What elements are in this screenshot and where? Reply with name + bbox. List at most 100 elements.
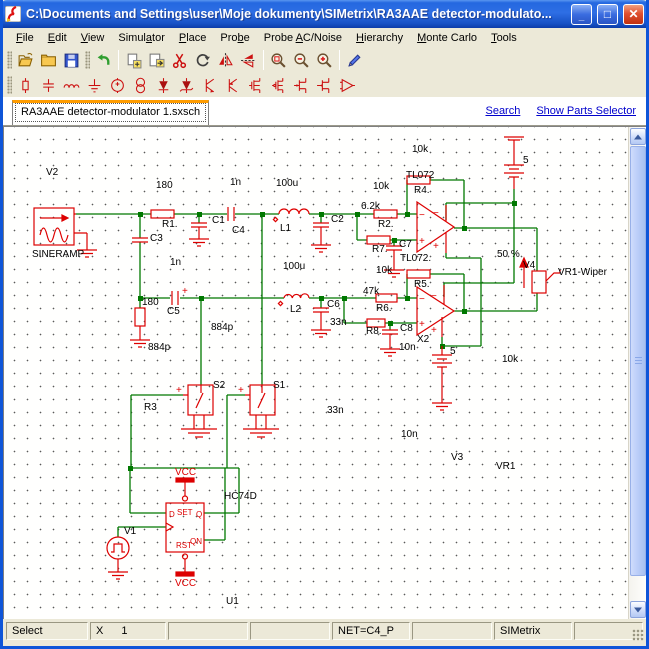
- resistor-button[interactable]: [14, 74, 37, 96]
- menu-probe[interactable]: Probe: [213, 30, 256, 46]
- schematic-label[interactable]: C1: [212, 215, 225, 226]
- undo-button[interactable]: [92, 49, 115, 71]
- schematic-label[interactable]: 50 %: [497, 249, 520, 260]
- schematic-label[interactable]: TL072: [406, 170, 435, 181]
- schematic-label[interactable]: C3: [150, 233, 163, 244]
- schematic-label[interactable]: V2: [46, 167, 59, 178]
- schematic-label[interactable]: S2: [213, 380, 226, 391]
- schematic-label[interactable]: R4.: [414, 185, 430, 196]
- rotate-button[interactable]: [191, 49, 214, 71]
- schematic-label[interactable]: −: [431, 291, 437, 302]
- schematic-label[interactable]: SINERAMP: [32, 249, 85, 260]
- schematic-label[interactable]: 10k: [373, 181, 390, 192]
- schematic-label[interactable]: −: [419, 210, 425, 221]
- schematic-label[interactable]: R1.: [162, 219, 178, 230]
- diode-button[interactable]: [152, 74, 175, 96]
- schematic-label[interactable]: 33n: [327, 405, 344, 416]
- paste-button[interactable]: [145, 49, 168, 71]
- ground-button[interactable]: [83, 74, 106, 96]
- schematic-label[interactable]: +: [238, 385, 244, 396]
- mirror-vertical-button[interactable]: [214, 49, 237, 71]
- schematic-label[interactable]: C4: [232, 225, 245, 236]
- pmos-button[interactable]: [267, 74, 290, 96]
- schematic-label[interactable]: +: [182, 286, 188, 297]
- voltage-source-button[interactable]: [106, 74, 129, 96]
- schematic-label[interactable]: 180: [156, 180, 173, 191]
- tab-schematic[interactable]: RA3AAE detector-modulator 1.sxsch: [12, 100, 209, 125]
- schematic-label[interactable]: SET: [177, 508, 193, 517]
- schematic-label[interactable]: +: [176, 385, 182, 396]
- capacitor-button[interactable]: [37, 74, 60, 96]
- schematic-label[interactable]: VCC: [175, 467, 196, 478]
- schematic-label[interactable]: 100u: [283, 261, 305, 272]
- save-button[interactable]: [60, 49, 83, 71]
- mirror-horizontal-button[interactable]: [237, 49, 260, 71]
- folder-open-button[interactable]: [14, 49, 37, 71]
- minimize-button[interactable]: _: [571, 4, 592, 25]
- schematic-label[interactable]: 100u: [276, 178, 298, 189]
- schematic-label[interactable]: 180: [142, 297, 159, 308]
- schematic-label[interactable]: 47k: [363, 286, 380, 297]
- schematic-label[interactable]: 884p: [211, 322, 234, 333]
- resize-grip[interactable]: [632, 629, 644, 641]
- schematic-label[interactable]: L1: [280, 223, 292, 234]
- schematic-label[interactable]: V4: [523, 260, 536, 271]
- vertical-scrollbar[interactable]: [628, 127, 646, 619]
- schematic-label[interactable]: R3: [144, 402, 157, 413]
- schematic-label[interactable]: 10n: [401, 429, 418, 440]
- menu-edit[interactable]: Edit: [41, 30, 74, 46]
- schematic-label[interactable]: R5.: [414, 279, 430, 290]
- wires[interactable]: [76, 180, 537, 540]
- pjfet-button[interactable]: [313, 74, 336, 96]
- schematic-label[interactable]: C2: [331, 214, 344, 225]
- schematic-label[interactable]: S1: [273, 380, 286, 391]
- current-source-button[interactable]: [129, 74, 152, 96]
- scroll-up-button[interactable]: [630, 128, 646, 145]
- schematic-label[interactable]: 5: [450, 346, 456, 357]
- schematic-label[interactable]: 1n: [170, 257, 181, 268]
- schematic-label[interactable]: 1n: [230, 177, 241, 188]
- opamp-button[interactable]: [336, 74, 359, 96]
- npn-transistor-button[interactable]: [198, 74, 221, 96]
- schematic-label[interactable]: RST: [176, 541, 192, 550]
- menu-file[interactable]: File: [9, 30, 41, 46]
- toolbar-grip[interactable]: [7, 51, 12, 69]
- schematic-label[interactable]: D: [169, 510, 175, 519]
- show-parts-selector-link[interactable]: Show Parts Selector: [536, 105, 636, 117]
- schematic-label[interactable]: +: [431, 325, 437, 336]
- zoom-out-button[interactable]: [290, 49, 313, 71]
- schematic-grid[interactable]: V2180R1.C1C31nC4100uL1C26.2kR2.R7.C710kT…: [4, 127, 628, 619]
- schematic-label[interactable]: +: [419, 236, 425, 247]
- menu-probe-ac-noise[interactable]: Probe AC/Noise: [257, 30, 349, 46]
- title-bar[interactable]: C:\Documents and Settings\user\Moje doku…: [0, 0, 649, 28]
- schematic-label[interactable]: 10k: [376, 265, 393, 276]
- maximize-button[interactable]: □: [597, 4, 618, 25]
- schematic-label[interactable]: −: [433, 208, 439, 219]
- schematic-label[interactable]: C5: [167, 306, 180, 317]
- schematic-label[interactable]: 10k: [412, 144, 429, 155]
- schematic-label[interactable]: 5: [523, 155, 529, 166]
- menu-hierarchy[interactable]: Hierarchy: [349, 30, 410, 46]
- pencil-button[interactable]: [343, 49, 366, 71]
- schematic-label[interactable]: 10k: [502, 354, 519, 365]
- toolbar-grip[interactable]: [7, 76, 12, 94]
- schematic-label[interactable]: 10n: [399, 342, 416, 353]
- schematic-label[interactable]: C8: [400, 323, 413, 334]
- menu-tools[interactable]: Tools: [484, 30, 524, 46]
- menu-view[interactable]: View: [74, 30, 112, 46]
- copy-button[interactable]: [122, 49, 145, 71]
- scrollbar-thumb[interactable]: [630, 146, 646, 576]
- search-link[interactable]: Search: [485, 105, 520, 117]
- schematic-label[interactable]: VR1-Wiper: [558, 267, 608, 278]
- schematic-label[interactable]: R8.: [366, 326, 382, 337]
- zener-diode-button[interactable]: [175, 74, 198, 96]
- schematic-label[interactable]: Q: [196, 510, 202, 519]
- inductor-button[interactable]: [60, 74, 83, 96]
- schematic-label[interactable]: L2: [290, 304, 302, 315]
- schematic-label[interactable]: C7: [399, 239, 412, 250]
- schematic-label[interactable]: C6: [327, 299, 340, 310]
- zoom-area-button[interactable]: [267, 49, 290, 71]
- schematic-canvas[interactable]: V2180R1.C1C31nC4100uL1C26.2kR2.R7.C710kT…: [3, 126, 646, 619]
- schematic-label[interactable]: R2.: [378, 219, 394, 230]
- schematic-label[interactable]: 33n: [330, 317, 347, 328]
